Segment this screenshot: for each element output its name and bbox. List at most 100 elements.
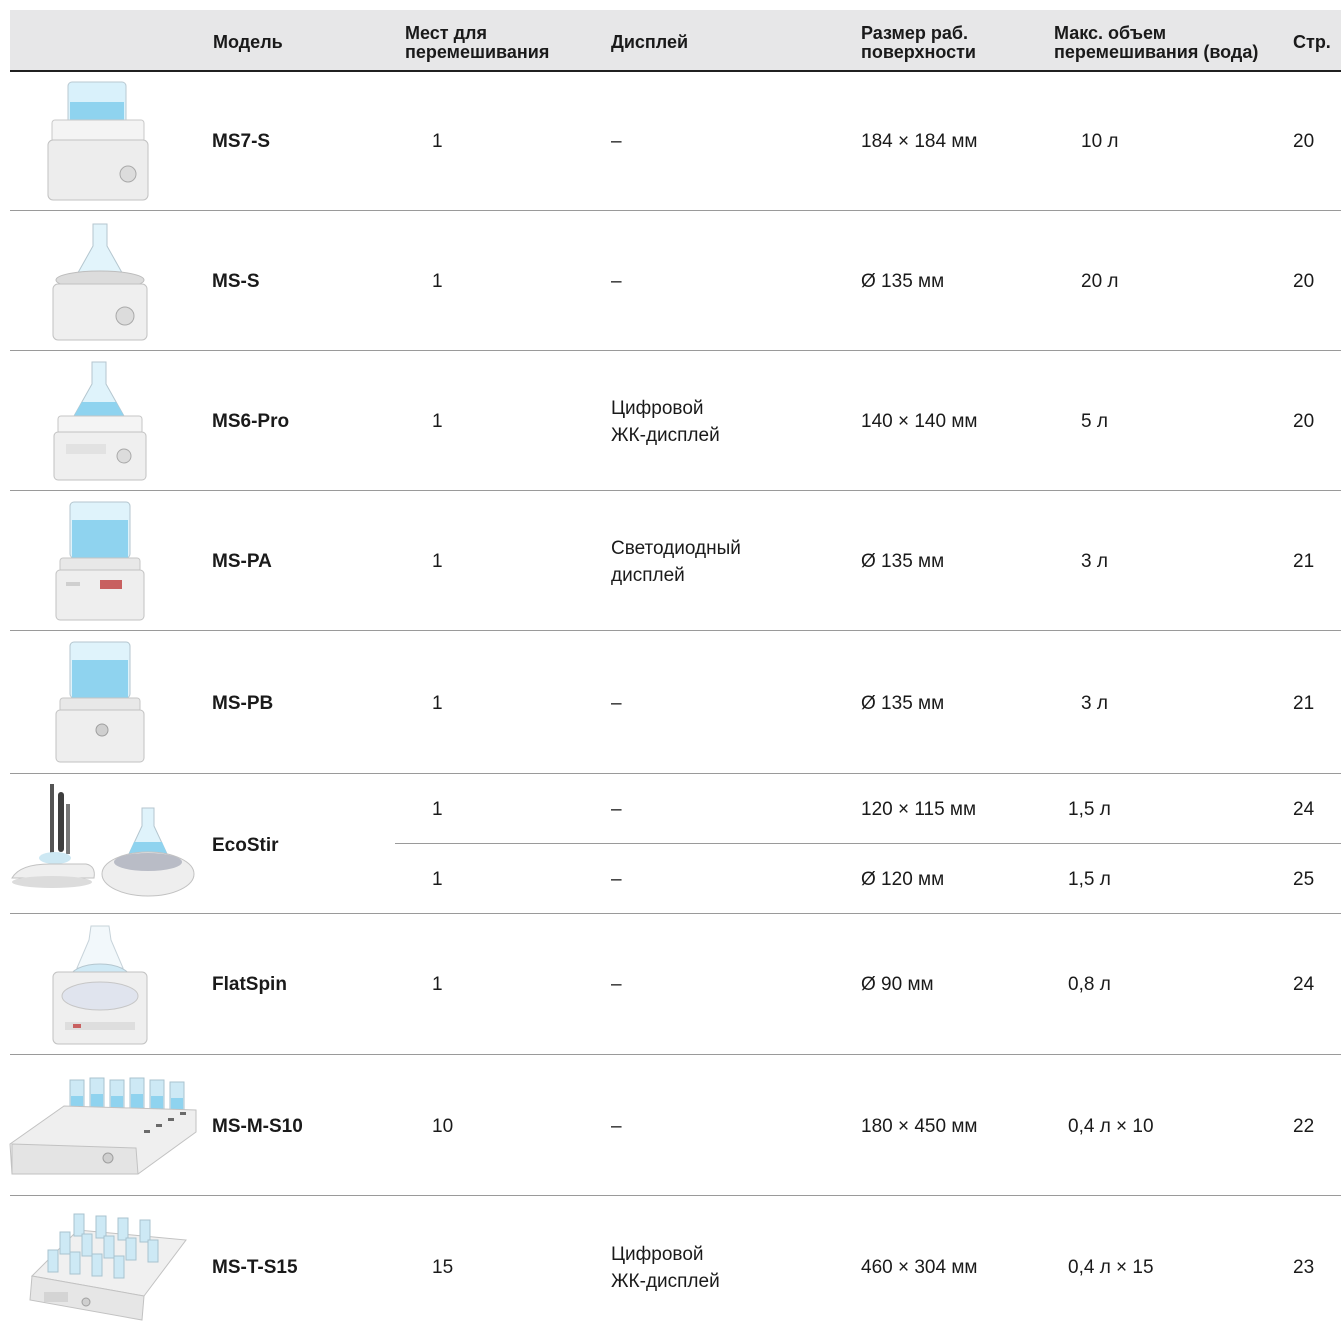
model-name: MS-PA (212, 551, 272, 572)
model-name: EcoStir (212, 835, 279, 856)
col-header-page: Стр. (1293, 32, 1331, 52)
row-divider (10, 210, 1341, 211)
display-type: Светодиодный дисплей (611, 535, 741, 589)
display-line1: – (611, 1116, 622, 1137)
page-number: 23 (1293, 1257, 1315, 1278)
model-name: MS-S (212, 271, 260, 292)
display-type: – (611, 869, 622, 890)
places-count: 1 (432, 693, 443, 714)
col-header-model: Модель (213, 32, 283, 52)
places-count: 1 (432, 411, 443, 432)
max-volume: 0,4 л × 15 (1068, 1257, 1154, 1278)
row-divider (10, 630, 1341, 631)
display-line1: Светодиодный (611, 538, 741, 559)
col-header-surface-line1: Размер раб. (861, 23, 968, 43)
places-count: 1 (432, 974, 443, 995)
page-number: 24 (1293, 799, 1315, 820)
max-volume: 20 л (1081, 271, 1119, 292)
col-header-places: Мест для перемешивания (405, 24, 549, 62)
header-rule (10, 70, 1341, 72)
surface-size: 140 × 140 мм (861, 411, 978, 432)
max-volume: 5 л (1081, 411, 1108, 432)
places-count: 10 (432, 1116, 454, 1137)
col-header-surface: Размер раб. поверхности (861, 24, 976, 62)
page-number: 20 (1293, 271, 1315, 292)
display-line1: – (611, 693, 622, 714)
surface-size: Ø 135 мм (861, 551, 945, 572)
page-number: 21 (1293, 551, 1315, 572)
display-type: – (611, 268, 622, 295)
ms6-pro-product-image (53, 361, 147, 481)
col-header-surface-line2: поверхности (861, 42, 976, 62)
surface-size: 180 × 450 мм (861, 1116, 978, 1137)
ms-pa-product-image (55, 501, 145, 621)
col-header-volume: Макс. объем перемешивания (вода) (1054, 24, 1258, 62)
col-header-volume-line2: перемешивания (вода) (1054, 42, 1259, 62)
display-line1: Цифровой (611, 398, 704, 419)
surface-size: Ø 135 мм (861, 693, 945, 714)
display-line2: дисплей (611, 565, 685, 586)
surface-size: Ø 120 мм (861, 869, 945, 890)
display-type: – (611, 799, 622, 820)
max-volume: 10 л (1081, 131, 1119, 152)
row-divider (10, 490, 1341, 491)
model-name: MS7-S (212, 131, 271, 152)
page-number: 20 (1293, 131, 1315, 152)
places-count: 1 (432, 271, 443, 292)
surface-size: 460 × 304 мм (861, 1257, 978, 1278)
ms-m-s10-product-image (9, 1077, 197, 1175)
ms7-s-product-image (47, 81, 149, 201)
places-count: 1 (432, 869, 443, 890)
surface-size: 120 × 115 мм (861, 799, 977, 820)
subrow-divider (395, 843, 1341, 844)
display-type: – (611, 690, 622, 717)
display-type: – (611, 971, 622, 998)
max-volume: 0,8 л (1068, 974, 1111, 995)
display-line2: ЖК-дисплей (611, 425, 720, 446)
model-name: MS-T-S15 (212, 1257, 298, 1278)
page-number: 24 (1293, 974, 1315, 995)
max-volume: 1,5 л (1068, 869, 1111, 890)
col-header-display: Дисплей (611, 32, 689, 52)
model-name: FlatSpin (212, 974, 287, 995)
col-header-places-line2: перемешивания (405, 42, 550, 62)
flatspin-product-image (52, 925, 148, 1045)
row-divider (10, 773, 1341, 774)
surface-size: Ø 135 мм (861, 271, 945, 292)
row-divider (10, 350, 1341, 351)
col-header-places-line1: Мест для (405, 23, 487, 43)
display-line1: – (611, 974, 622, 995)
places-count: 1 (432, 551, 443, 572)
display-line1: – (611, 271, 622, 292)
display-type: – (611, 128, 622, 155)
display-type: Цифровой ЖК-дисплей (611, 395, 720, 449)
model-name: MS-M-S10 (212, 1116, 303, 1137)
page-number: 20 (1293, 411, 1315, 432)
surface-size: 184 × 184 мм (861, 131, 978, 152)
places-count: 15 (432, 1257, 454, 1278)
page-number: 25 (1293, 869, 1315, 890)
places-count: 1 (432, 799, 443, 820)
row-divider (10, 1195, 1341, 1196)
ms-pb-product-image (55, 641, 145, 763)
ms-t-s15-product-image (29, 1213, 187, 1321)
page-number: 21 (1293, 693, 1315, 714)
display-line1: Цифровой (611, 1244, 704, 1265)
surface-size: Ø 90 мм (861, 974, 934, 995)
display-line1: – (611, 131, 622, 152)
max-volume: 3 л (1081, 551, 1108, 572)
max-volume: 1,5 л (1068, 799, 1111, 820)
display-type: – (611, 1113, 622, 1140)
max-volume: 0,4 л × 10 (1068, 1116, 1154, 1137)
row-divider (10, 913, 1341, 914)
row-divider (10, 1054, 1341, 1055)
max-volume: 3 л (1081, 693, 1108, 714)
places-count: 1 (432, 131, 443, 152)
model-name: MS6-Pro (212, 411, 290, 432)
display-line2: ЖК-дисплей (611, 1271, 720, 1292)
col-header-volume-line1: Макс. объем (1054, 23, 1167, 43)
model-name: MS-PB (212, 693, 274, 714)
page-number: 22 (1293, 1116, 1315, 1137)
ecostir-product-image (11, 784, 195, 897)
display-type: Цифровой ЖК-дисплей (611, 1241, 720, 1295)
